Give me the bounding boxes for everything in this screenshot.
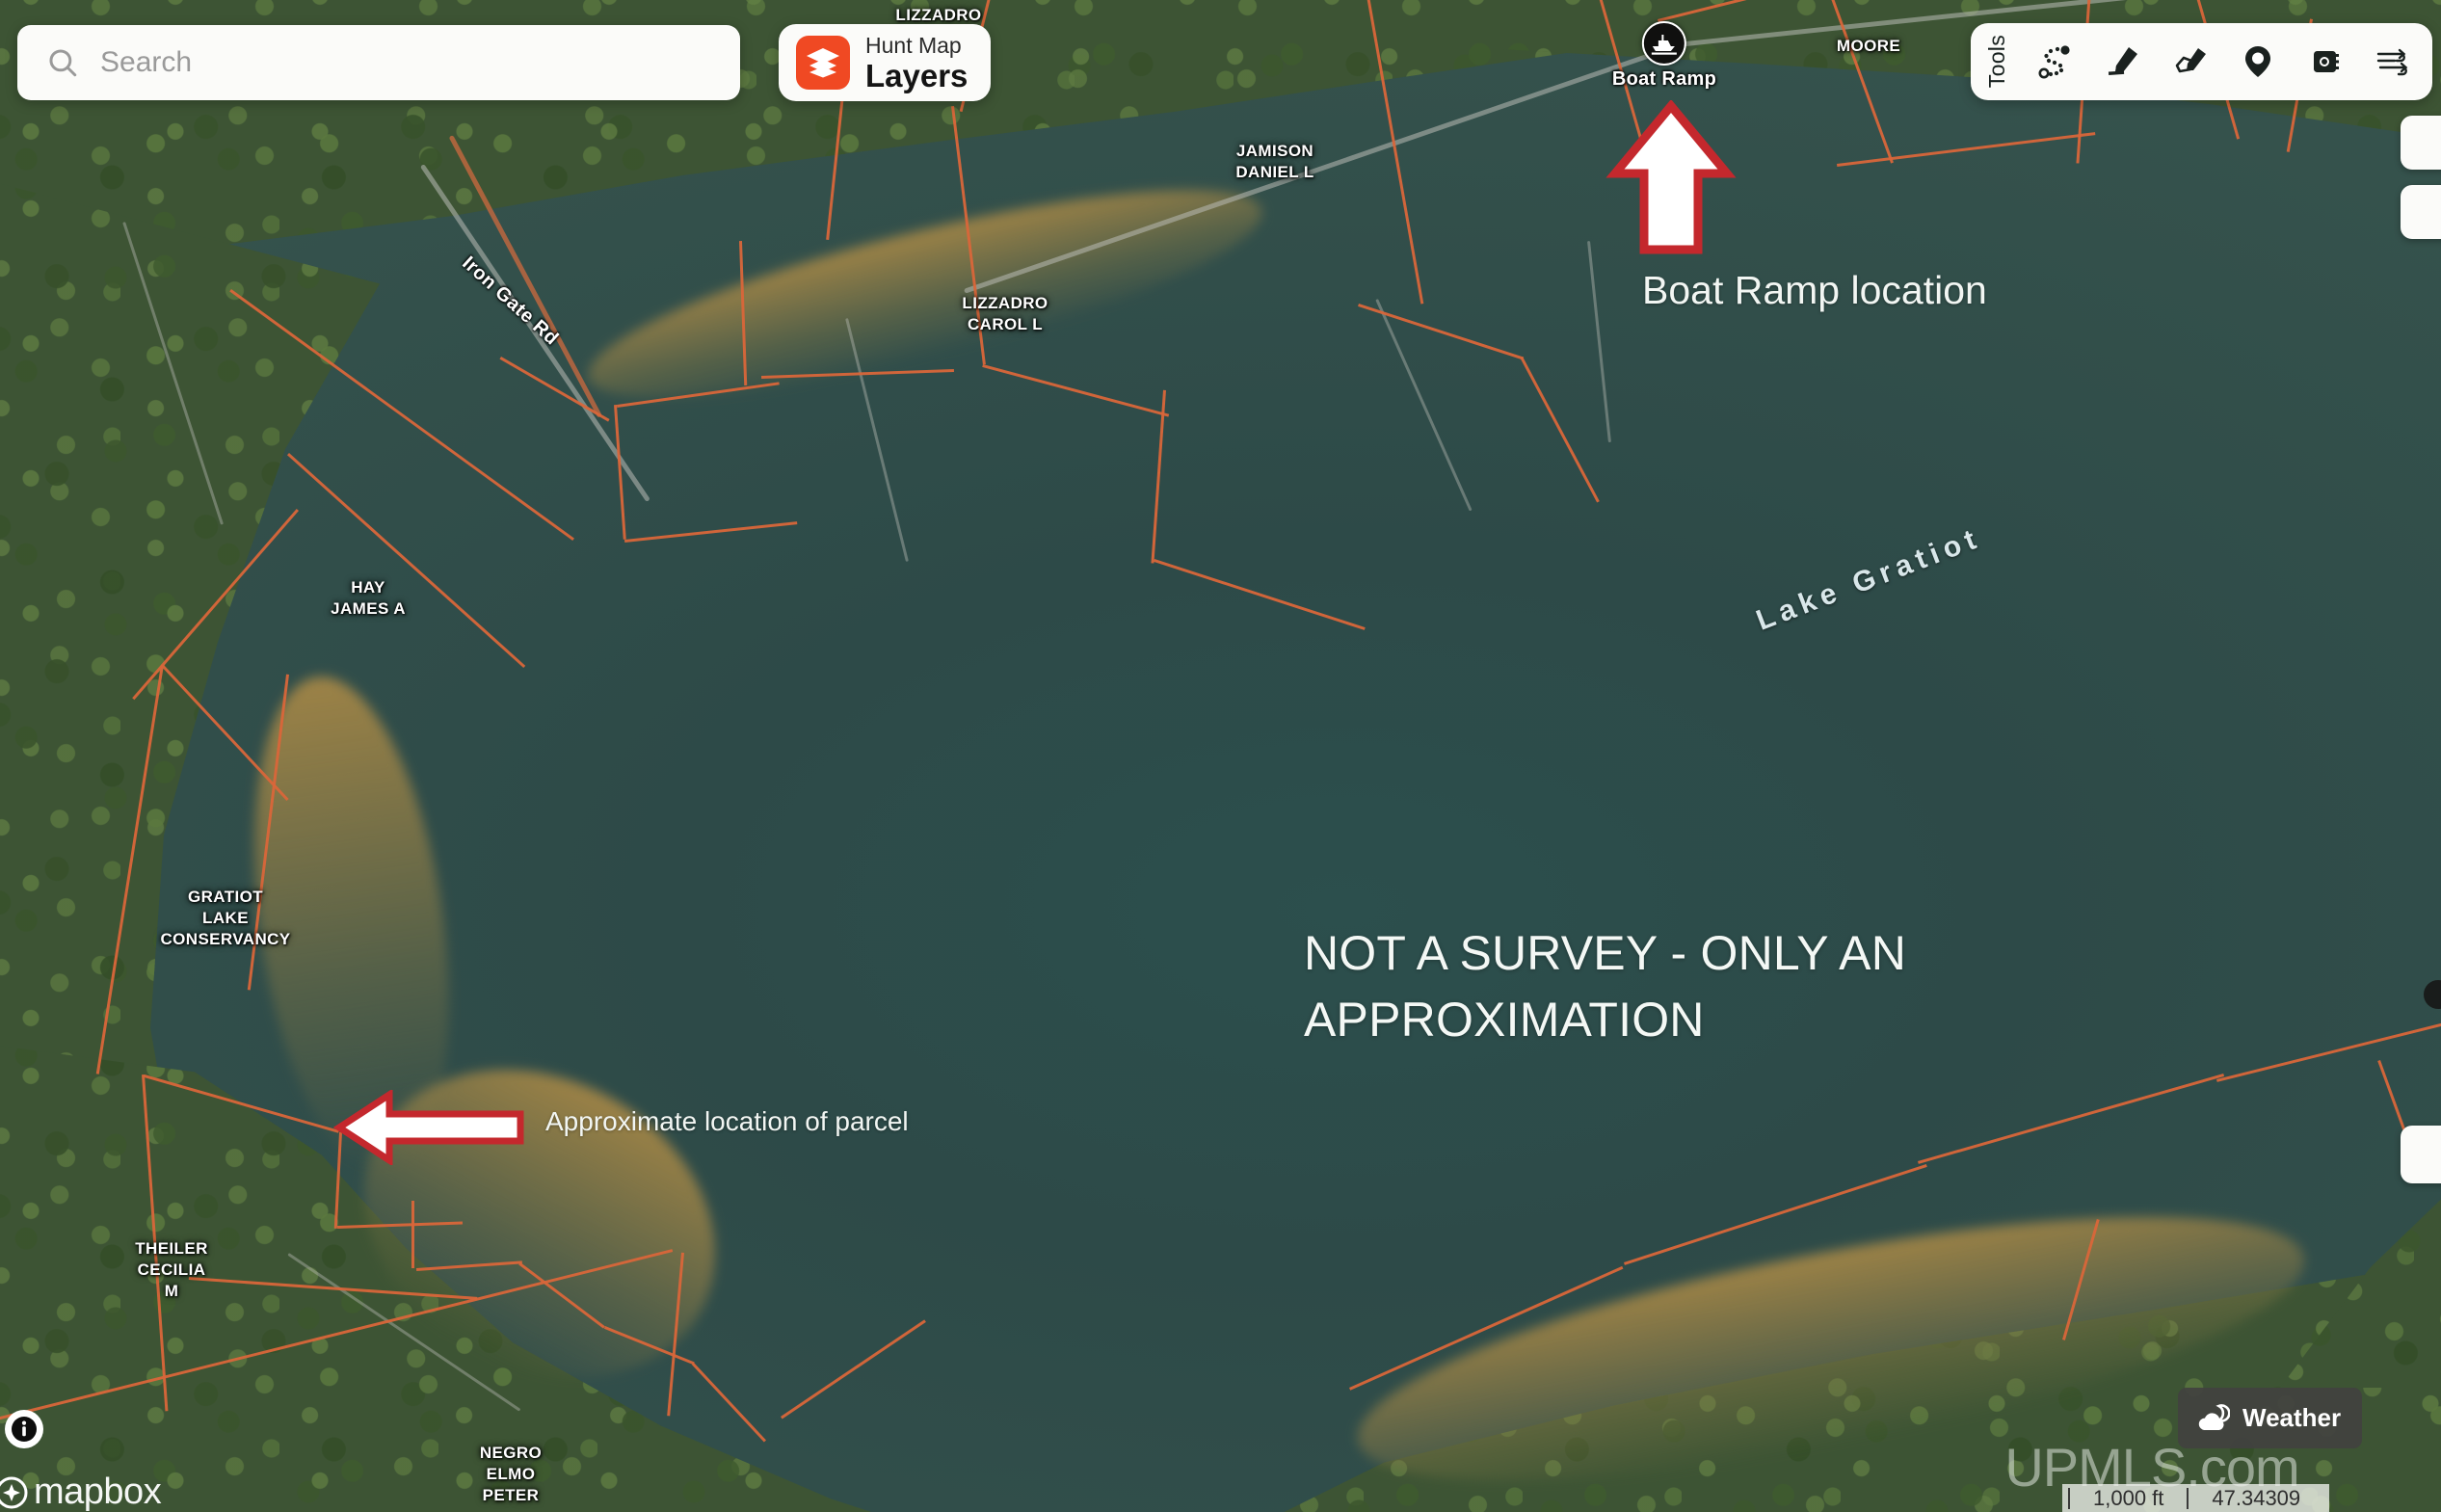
scale-coordinate-segment: 47.34309 [2187,1484,2323,1512]
map-zoom-in-button[interactable] [2401,116,2441,170]
map-application: LIZZADRO MOORE JAMISON DANIEL L LIZZADRO… [0,0,2441,1512]
layers-title: Layers [865,57,968,93]
mapbox-wordmark: mapbox [34,1472,162,1512]
parcel-annotation-text: Approximate location of parcel [545,1106,909,1136]
map-zoom-out-button[interactable] [2401,185,2441,239]
map-info-button[interactable] [5,1410,43,1448]
shape-pencil-icon[interactable] [2157,28,2224,95]
layers-subtitle: Hunt Map [865,32,962,58]
line-pencil-icon[interactable] [2089,28,2157,95]
route-dotted-icon[interactable] [2022,28,2089,95]
hunt-map-layers-button[interactable]: Hunt Map Layers [779,24,992,101]
layers-stack-icon [796,36,850,90]
search-icon [46,46,79,79]
parcel-arrow-left-icon [333,1090,524,1165]
map-locate-button[interactable] [2401,1126,2441,1183]
weather-button-label: Weather [2242,1403,2342,1432]
search-bar[interactable] [17,25,740,100]
wind-arrows-icon[interactable] [2359,28,2427,95]
boat-ramp-arrow-up-icon [1605,100,1737,254]
scale-coordinate-label: 47.34309 [2212,1485,2301,1510]
tools-panel: Tools [1971,23,2432,100]
layers-button-text: Hunt Map Layers [865,32,968,93]
search-input[interactable] [100,46,711,79]
poi-label: Boat Ramp [1611,68,1717,90]
mapbox-attribution[interactable]: mapbox [0,1472,162,1512]
cloud-moon-icon [2195,1403,2230,1433]
map-pin-icon[interactable] [2224,28,2292,95]
camera-notebook-icon[interactable] [2292,28,2359,95]
scale-distance-segment: 1,000 ft [2068,1484,2187,1512]
scale-distance-label: 1,000 ft [2093,1485,2164,1510]
tools-panel-label: Tools [1984,35,2009,89]
boat-ramp-icon [1642,21,1686,66]
scale-bar: 1,000 ft 47.34309 [2062,1484,2330,1512]
map-canvas[interactable] [0,0,2441,1512]
parcel-boundary [411,1201,414,1268]
poi-boat-ramp[interactable]: Boat Ramp [1612,21,1716,91]
survey-disclaimer-text: NOT A SURVEY - ONLY AN APPROXIMATION [1304,926,1907,1047]
boat-ramp-annotation-text: Boat Ramp location [1642,268,1987,312]
